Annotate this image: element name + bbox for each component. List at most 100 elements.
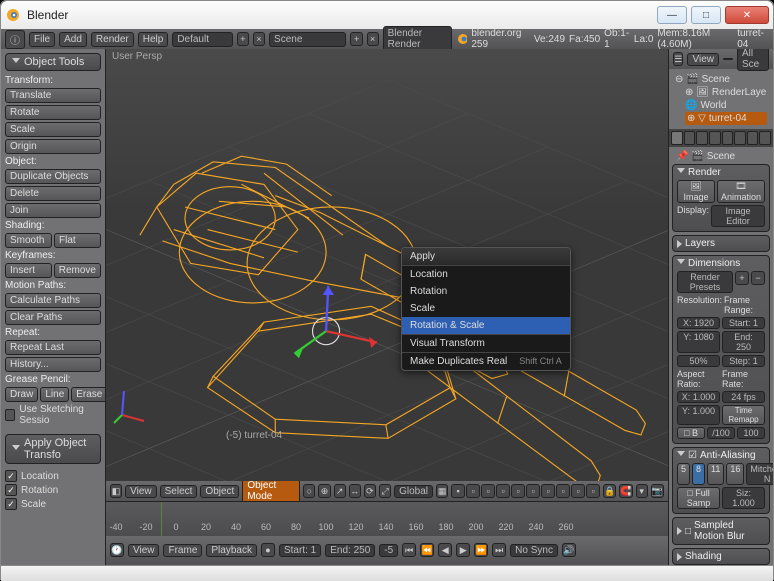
jump-start-icon[interactable]: ⏮ bbox=[402, 543, 416, 557]
aspect-x-field[interactable]: X: 1.000 bbox=[677, 391, 720, 403]
layers-panel-header[interactable]: Layers bbox=[677, 238, 765, 249]
prop-tab-object[interactable] bbox=[709, 131, 721, 145]
lock-camera-icon[interactable]: 🔒 bbox=[603, 484, 616, 498]
view3d-editor-icon[interactable]: ◧ bbox=[110, 484, 122, 498]
menu-file[interactable]: File bbox=[29, 32, 55, 47]
prop-tab-modifiers[interactable] bbox=[734, 131, 746, 145]
tl-frame-menu[interactable]: Frame bbox=[163, 544, 202, 557]
yres-field[interactable]: Y: 1080 bbox=[677, 331, 720, 353]
time-remap-button[interactable]: Time Remapp bbox=[722, 405, 765, 425]
render-preview-icon[interactable]: 📷 bbox=[651, 484, 664, 498]
view-menu[interactable]: View bbox=[125, 485, 157, 498]
jump-next-icon[interactable]: ⏩ bbox=[474, 543, 488, 557]
audio-scrub-icon[interactable]: 🔊 bbox=[562, 543, 576, 557]
flat-button[interactable]: Flat bbox=[54, 233, 101, 248]
pivot-icon[interactable]: ⊕ bbox=[318, 484, 330, 498]
aa-8-button[interactable]: 8 bbox=[692, 463, 705, 485]
join-button[interactable]: Join bbox=[5, 203, 101, 218]
auto-key-icon[interactable]: ● bbox=[261, 543, 275, 557]
outliner-view[interactable]: View bbox=[687, 53, 719, 66]
aa-size-field[interactable]: Siz: 1.000 bbox=[722, 487, 765, 509]
repeat-last-button[interactable]: Repeat Last bbox=[5, 340, 101, 355]
menu-render[interactable]: Render bbox=[91, 32, 134, 47]
snap-icon[interactable]: 🧲 bbox=[619, 484, 632, 498]
clear-paths-button[interactable]: Clear Paths bbox=[5, 310, 101, 325]
display-dropdown[interactable]: Image Editor bbox=[711, 205, 765, 227]
menu-add[interactable]: Add bbox=[59, 32, 87, 47]
render-panel-header[interactable]: Render bbox=[677, 167, 765, 178]
timeline-editor-icon[interactable]: 🕐 bbox=[110, 543, 124, 557]
manipulator-scale-icon[interactable]: ⤢ bbox=[379, 484, 391, 498]
ctx-item-make-duplicates-real[interactable]: Make Duplicates RealShift Ctrl A bbox=[402, 352, 570, 370]
prop-tab-render[interactable] bbox=[671, 131, 683, 145]
fstart-field[interactable]: Start: 1 bbox=[722, 317, 765, 329]
scene-add-icon[interactable]: + bbox=[350, 32, 362, 46]
tl-playback-menu[interactable]: Playback bbox=[206, 544, 257, 557]
outliner-display[interactable]: All Sce bbox=[737, 49, 769, 71]
prop-tab-scene[interactable] bbox=[684, 131, 696, 145]
jump-prev-icon[interactable]: ⏪ bbox=[420, 543, 434, 557]
scene-field[interactable]: Scene bbox=[269, 32, 346, 47]
snap-type-icon[interactable]: ▾ bbox=[636, 484, 648, 498]
border-checkbox[interactable]: □ B bbox=[677, 427, 705, 439]
aa-panel-header[interactable]: ☑ Anti-Aliasing bbox=[677, 450, 765, 461]
translate-button[interactable]: Translate bbox=[5, 88, 101, 103]
gp-draw-button[interactable]: Draw bbox=[5, 387, 38, 402]
full-sample-checkbox[interactable]: □ Full Samp bbox=[677, 487, 720, 509]
aspect-y-field[interactable]: Y: 1.000 bbox=[677, 405, 720, 425]
sync-dropdown[interactable]: No Sync bbox=[510, 544, 558, 557]
editor-type-icon[interactable]: ⓘ bbox=[5, 30, 25, 49]
calc-paths-button[interactable]: Calculate Paths bbox=[5, 293, 101, 308]
tool-panel-header[interactable]: Object Tools bbox=[5, 53, 101, 71]
render-presets-dropdown[interactable]: Render Presets bbox=[677, 271, 733, 293]
dimensions-panel-header[interactable]: Dimensions bbox=[677, 258, 765, 269]
fend-field[interactable]: End: 250 bbox=[722, 331, 765, 353]
ctx-item-rotation[interactable]: Rotation bbox=[402, 283, 570, 300]
aa-filter-dropdown[interactable]: Mitchell-N bbox=[746, 463, 773, 485]
shading-wireframe-icon[interactable]: ○ bbox=[303, 484, 315, 498]
history-button[interactable]: History... bbox=[5, 357, 101, 372]
outliner-renderlayers[interactable]: ⊕ 🖼 RenderLaye bbox=[685, 86, 767, 99]
prop-tab-material[interactable] bbox=[759, 131, 771, 145]
remove-key-button[interactable]: Remove bbox=[54, 263, 101, 278]
outliner-editor-icon[interactable]: ☰ bbox=[673, 52, 683, 66]
timeline-ruler[interactable]: -40-200204060801001201401601802002202402… bbox=[106, 502, 668, 536]
delete-button[interactable]: Delete bbox=[5, 186, 101, 201]
maximize-button[interactable]: □ bbox=[691, 6, 721, 24]
jump-end-icon[interactable]: ⏭ bbox=[492, 543, 506, 557]
smooth-button[interactable]: Smooth bbox=[5, 233, 52, 248]
scale-button[interactable]: Scale bbox=[5, 122, 101, 137]
ctx-item-scale[interactable]: Scale bbox=[402, 300, 570, 317]
pct-field[interactable]: 50% bbox=[677, 355, 720, 367]
shading-panel-header[interactable]: Shading bbox=[677, 551, 765, 562]
insert-key-button[interactable]: Insert bbox=[5, 263, 52, 278]
outliner-scene[interactable]: ⊖ 🎬 Scene bbox=[675, 73, 767, 86]
end-frame-field[interactable]: End: 250 bbox=[325, 544, 375, 557]
current-frame-field[interactable]: -5 bbox=[379, 544, 398, 557]
object-menu[interactable]: Object bbox=[200, 485, 239, 498]
ctx-item-rotation-scale[interactable]: Rotation & Scale bbox=[402, 317, 570, 334]
3d-viewport[interactable]: User Persp bbox=[106, 49, 668, 481]
fstep-field[interactable]: Step: 1 bbox=[722, 355, 765, 367]
aa-16-button[interactable]: 16 bbox=[726, 463, 744, 485]
layers-icon[interactable]: ▦ bbox=[436, 484, 448, 498]
preset-add-icon[interactable]: + bbox=[735, 271, 749, 285]
select-menu[interactable]: Select bbox=[160, 485, 198, 498]
minimize-button[interactable]: — bbox=[657, 6, 687, 24]
prop-tab-data[interactable] bbox=[747, 131, 759, 145]
ctx-item-location[interactable]: Location bbox=[402, 266, 570, 283]
manipulator-rotate-icon[interactable]: ⟳ bbox=[364, 484, 376, 498]
rotate-button[interactable]: Rotate bbox=[5, 105, 101, 120]
ctx-item-visual-transform[interactable]: Visual Transform bbox=[402, 334, 570, 352]
apply-panel-header[interactable]: Apply Object Transfo bbox=[5, 434, 101, 464]
aa-5-button[interactable]: 5 bbox=[677, 463, 690, 485]
orientation-dropdown[interactable]: Global bbox=[394, 485, 433, 498]
apply-scale-checkbox[interactable]: ✓ bbox=[5, 498, 17, 510]
outliner-object[interactable]: ⊕ ▽ turret-04 bbox=[685, 112, 767, 125]
apply-rotation-checkbox[interactable]: ✓ bbox=[5, 484, 17, 496]
layout-add-icon[interactable]: + bbox=[237, 32, 249, 46]
layer-buttons[interactable]: ▪▫▫▫▫ ▫▫▫▫▫ bbox=[451, 484, 600, 498]
scene-del-icon[interactable]: × bbox=[367, 32, 379, 46]
play-reverse-icon[interactable]: ◀ bbox=[438, 543, 452, 557]
fps-dropdown[interactable]: 24 fps bbox=[722, 391, 765, 403]
